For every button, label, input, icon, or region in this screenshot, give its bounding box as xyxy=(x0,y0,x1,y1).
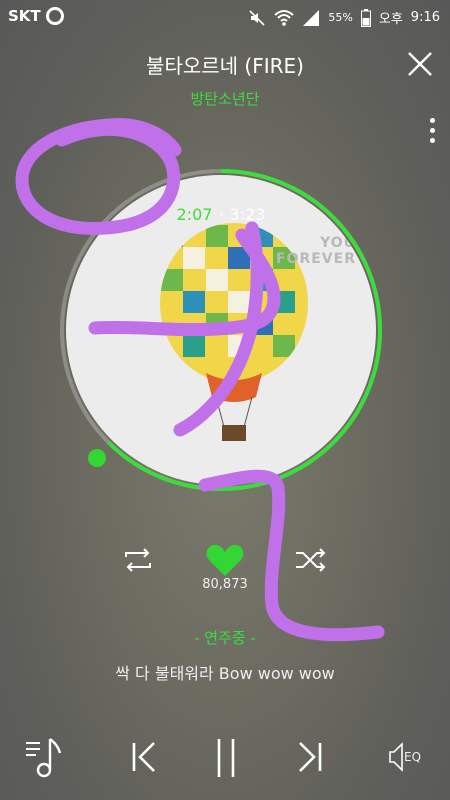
song-title: 불타오르네 (FIRE) xyxy=(146,54,304,78)
status-bar: SKT 55% 오후 9:16 xyxy=(0,0,450,36)
more-icon[interactable] xyxy=(428,118,436,148)
lyric-line[interactable]: 싹 다 불태워라 Bow wow wow xyxy=(0,660,450,684)
prev-icon[interactable] xyxy=(130,735,158,779)
repeat-icon[interactable] xyxy=(120,545,156,575)
current-time: 2:07 xyxy=(176,205,213,224)
wifi-icon xyxy=(274,9,295,26)
carrier-icon xyxy=(46,7,64,25)
close-icon[interactable] xyxy=(406,50,434,78)
eq-label: EQ xyxy=(404,750,422,764)
shuffle-icon[interactable] xyxy=(293,545,329,575)
status-icons: 55% 오후 9:16 xyxy=(248,8,440,27)
time-display: 2:07 · 3:23 xyxy=(66,205,376,224)
battery-percent: 55% xyxy=(328,11,353,24)
seek-handle[interactable] xyxy=(88,449,106,467)
heart-icon[interactable] xyxy=(205,542,245,578)
battery-icon xyxy=(360,8,371,27)
mute-icon xyxy=(249,9,265,26)
total-time: 3:23 xyxy=(229,205,266,224)
eq-button[interactable]: EQ xyxy=(388,735,434,779)
album-art: YOU FOREVER 2:07 · 3:23 xyxy=(66,175,376,485)
signal-icon xyxy=(303,9,320,26)
clock-time: 9:16 xyxy=(410,10,440,25)
eq-icon xyxy=(389,742,403,772)
like-count: 80,873 xyxy=(202,577,248,592)
playlist-icon[interactable] xyxy=(24,735,66,779)
album-disc[interactable]: YOU FOREVER 2:07 · 3:23 xyxy=(58,167,384,493)
now-playing-label: - 연주중 - xyxy=(194,629,256,647)
clock-ampm: 오후 xyxy=(378,12,403,27)
next-icon[interactable] xyxy=(296,735,324,779)
time-separator: · xyxy=(218,205,224,224)
artist-name[interactable]: 방탄소년단 xyxy=(0,88,450,109)
album-cover-text: YOU FOREVER xyxy=(276,235,356,267)
pause-icon[interactable] xyxy=(214,735,238,779)
carrier-label: SKT xyxy=(8,7,41,25)
